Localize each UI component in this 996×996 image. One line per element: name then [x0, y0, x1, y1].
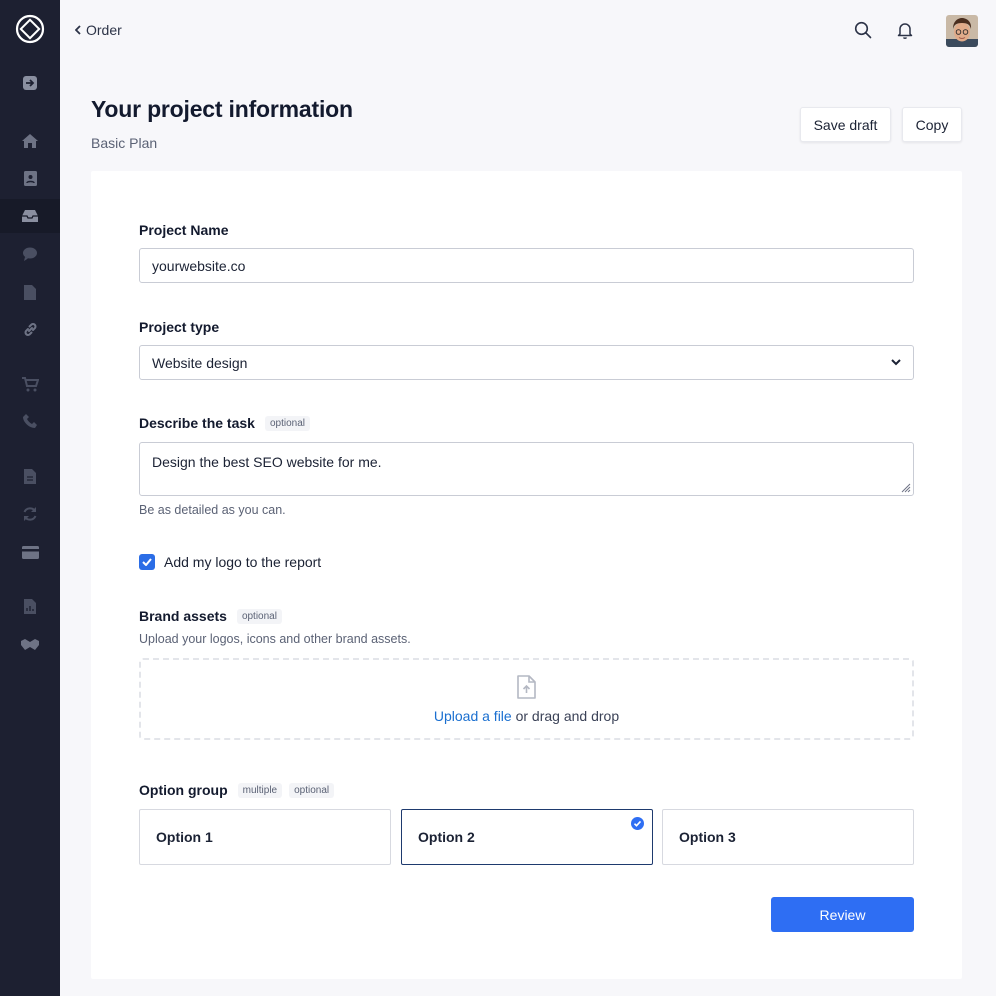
sidebar-item-files[interactable]: [0, 459, 60, 493]
cart-icon: [21, 376, 39, 391]
add-logo-checkbox[interactable]: [139, 554, 155, 570]
back-link-label: Order: [86, 22, 122, 38]
project-name-label: Project Name: [139, 222, 229, 238]
upload-file-link[interactable]: Upload a file: [434, 708, 512, 724]
avatar[interactable]: [946, 15, 978, 47]
checkmark-icon: [142, 558, 152, 566]
file-icon: [24, 468, 36, 484]
add-logo-checkbox-row[interactable]: Add my logo to the report: [139, 554, 321, 570]
bell-icon[interactable]: [895, 20, 915, 40]
page-title: Your project information: [91, 96, 353, 122]
report-icon: [24, 598, 36, 614]
sidebar-item-inbox[interactable]: [0, 199, 60, 233]
option-3-card[interactable]: Option 3: [662, 809, 914, 865]
option-group-label: Option group multiple optional: [139, 782, 335, 798]
search-icon[interactable]: [853, 20, 873, 40]
brand-assets-label: Brand assets optional: [139, 608, 282, 624]
review-button[interactable]: Review: [771, 897, 914, 932]
check-circle-icon: [631, 817, 644, 830]
chat-icon: [23, 247, 37, 261]
task-label: Describe the task optional: [139, 415, 310, 431]
copy-button[interactable]: Copy: [902, 107, 962, 142]
contact-card-icon: [23, 170, 37, 186]
resize-handle-icon[interactable]: [901, 483, 911, 493]
project-type-label: Project type: [139, 319, 220, 335]
save-draft-button[interactable]: Save draft: [800, 107, 891, 142]
sidebar-item-billing[interactable]: [0, 535, 60, 569]
page-subtitle: Basic Plan: [91, 135, 158, 151]
add-logo-label: Add my logo to the report: [164, 554, 322, 570]
sidebar-item-sync[interactable]: [0, 497, 60, 531]
sidebar-item-documents[interactable]: [0, 275, 60, 309]
user-photo-icon: [946, 15, 978, 47]
sidebar-item-partners[interactable]: [0, 627, 60, 661]
app-logo-icon[interactable]: [15, 14, 45, 44]
project-form-card: Project Name yourwebsite.co Project type…: [91, 171, 962, 979]
option-1-card[interactable]: Option 1: [139, 809, 391, 865]
sidebar-item-sign-in[interactable]: [0, 66, 60, 100]
project-type-select[interactable]: Website design: [139, 345, 914, 380]
option-2-card[interactable]: Option 2: [401, 809, 653, 865]
document-icon: [24, 284, 36, 300]
drag-drop-text: or drag and drop: [511, 707, 620, 724]
upload-instructions: Upload a file or drag and drop: [434, 708, 619, 724]
link-icon: [24, 322, 36, 336]
sidebar-item-links[interactable]: [0, 312, 60, 346]
home-icon: [22, 134, 38, 148]
multiple-tag: multiple: [237, 782, 283, 798]
sidebar-item-cart[interactable]: [0, 367, 60, 401]
brand-assets-help-text: Upload your logos, icons and other brand…: [139, 632, 411, 646]
chevron-down-icon: [891, 359, 901, 366]
sidebar-item-phone[interactable]: [0, 404, 60, 438]
project-type-selected-value: Website design: [152, 354, 248, 371]
optional-tag: optional: [264, 415, 310, 431]
optional-tag: optional: [289, 782, 335, 798]
task-textarea[interactable]: Design the best SEO website for me.: [139, 442, 914, 496]
refresh-icon: [23, 507, 37, 521]
handshake-icon: [21, 638, 39, 650]
sidebar-item-chat[interactable]: [0, 237, 60, 271]
sidebar-item-contacts[interactable]: [0, 161, 60, 195]
phone-icon: [23, 414, 37, 428]
file-dropzone[interactable]: Upload a file or drag and drop: [139, 658, 914, 740]
sidebar: [0, 0, 60, 996]
optional-tag: optional: [236, 608, 282, 624]
sidebar-item-home[interactable]: [0, 124, 60, 158]
sign-in-icon: [23, 76, 37, 90]
file-upload-icon: [517, 674, 536, 699]
task-help-text: Be as detailed as you can.: [139, 503, 286, 517]
chevron-left-icon: [75, 25, 81, 35]
credit-card-icon: [21, 545, 39, 559]
inbox-icon: [22, 210, 38, 222]
project-name-input[interactable]: yourwebsite.co: [139, 248, 914, 283]
back-link[interactable]: Order: [75, 22, 122, 38]
sidebar-item-reports[interactable]: [0, 589, 60, 623]
